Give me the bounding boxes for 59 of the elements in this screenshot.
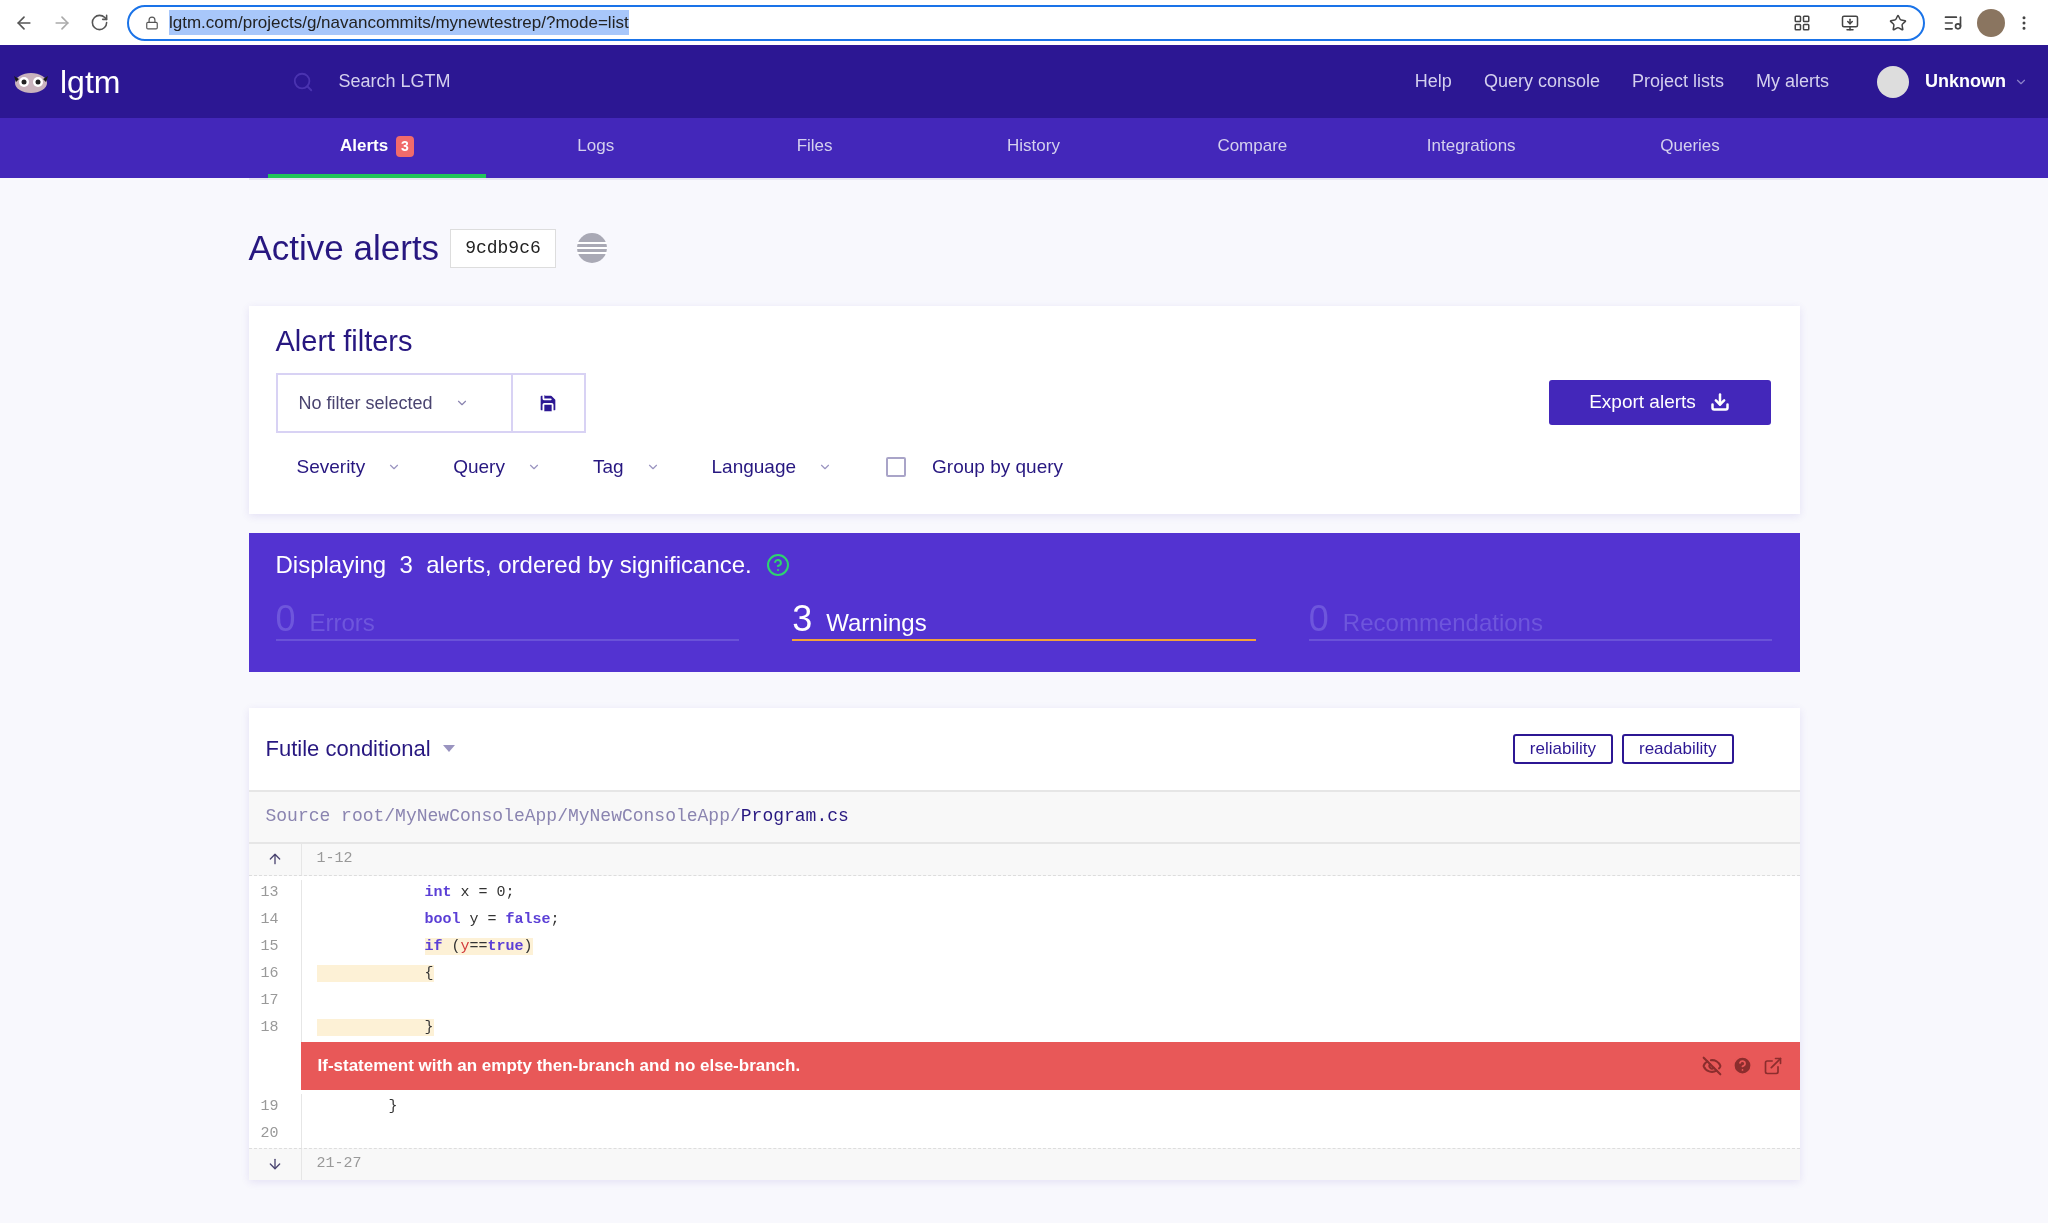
- filter-dropdown[interactable]: Query: [453, 453, 541, 482]
- line-number: 15: [259, 936, 280, 957]
- save-button[interactable]: [512, 373, 586, 433]
- code-line: }: [387, 1096, 398, 1117]
- line-number: 17: [259, 990, 280, 1011]
- severity-tab[interactable]: 3 Warnings: [792, 600, 1256, 641]
- grid-icon[interactable]: [1793, 13, 1811, 32]
- commit-hash: 9cdb9c6: [450, 228, 556, 268]
- star-icon[interactable]: [1889, 13, 1907, 32]
- user-avatar[interactable]: [1877, 65, 1909, 98]
- caret-icon: [442, 745, 455, 752]
- header-link[interactable]: Query console: [1483, 68, 1600, 95]
- tag-label[interactable]: readability: [1622, 733, 1734, 764]
- group-checkbox[interactable]: [886, 457, 907, 478]
- code-line: bool y = false;: [423, 909, 560, 930]
- alert-message: If-statement with an empty then-branch and no else-branch.: [317, 1054, 801, 1077]
- card-title: Alert filters: [275, 323, 414, 359]
- code-line: int x = 0;: [423, 882, 515, 903]
- line-number: 13: [259, 882, 280, 903]
- source-path: Source root/MyNewConsoleApp/MyNewConsoleApp/Program.cs: [265, 805, 849, 828]
- help-icon[interactable]: [765, 552, 790, 577]
- header-link[interactable]: Help: [1414, 68, 1452, 95]
- filter-dropdown[interactable]: Severity: [296, 453, 402, 482]
- header-link[interactable]: Project lists: [1631, 68, 1724, 95]
- summary-text: Displaying 3 alerts, ordered by significance.: [275, 549, 752, 580]
- profile-avatar[interactable]: [1977, 8, 2005, 37]
- reload-icon[interactable]: [90, 13, 109, 32]
- tag-label[interactable]: reliability: [1512, 733, 1613, 764]
- save-icon: [537, 392, 559, 414]
- count-badge: 3: [396, 135, 414, 157]
- nav-tab[interactable]: Logs: [486, 118, 706, 178]
- lock-icon: [145, 15, 159, 30]
- nav-tab[interactable]: History: [924, 118, 1143, 178]
- page-title: Active alerts: [248, 227, 440, 269]
- checkbox-label[interactable]: Group by query: [932, 453, 1064, 482]
- line-number: 16: [259, 963, 280, 984]
- line-number: 18: [259, 1017, 280, 1038]
- alert-title[interactable]: Futile conditional: [265, 732, 455, 765]
- line-number: 19: [259, 1096, 280, 1117]
- nav-tab[interactable]: Integrations: [1361, 118, 1581, 178]
- logo-text[interactable]: lgtm: [60, 65, 121, 98]
- search-field[interactable]: Search LGTM: [338, 68, 639, 95]
- nav-tab[interactable]: Files: [705, 118, 925, 178]
- nav-tab[interactable]: Compare: [1142, 118, 1362, 178]
- filter-dropdown[interactable]: Language: [711, 453, 833, 482]
- url-text: lgtm.com/projects/g/navancommits/mynewtestrep/?mode=list: [169, 9, 629, 36]
- line-number: 20: [259, 1123, 280, 1144]
- filter-dropdown[interactable]: Tag: [592, 453, 660, 482]
- download-icon: [1709, 392, 1730, 412]
- export-button[interactable]: Export alerts: [1548, 379, 1771, 425]
- address-bar[interactable]: lgtm.com/projects/g/navancommits/mynewtestrep/?mode=list: [127, 4, 1925, 41]
- nav-tab[interactable]: Queries: [1580, 118, 1800, 178]
- filter-select[interactable]: No filter selected: [275, 373, 513, 433]
- user-menu[interactable]: Unknown: [1925, 68, 2028, 95]
- search-icon: [292, 70, 315, 93]
- code-line: if (y==true): [423, 936, 533, 957]
- line-number: 14: [259, 909, 280, 930]
- install-icon[interactable]: [1841, 13, 1859, 32]
- header-link[interactable]: My alerts: [1756, 68, 1829, 95]
